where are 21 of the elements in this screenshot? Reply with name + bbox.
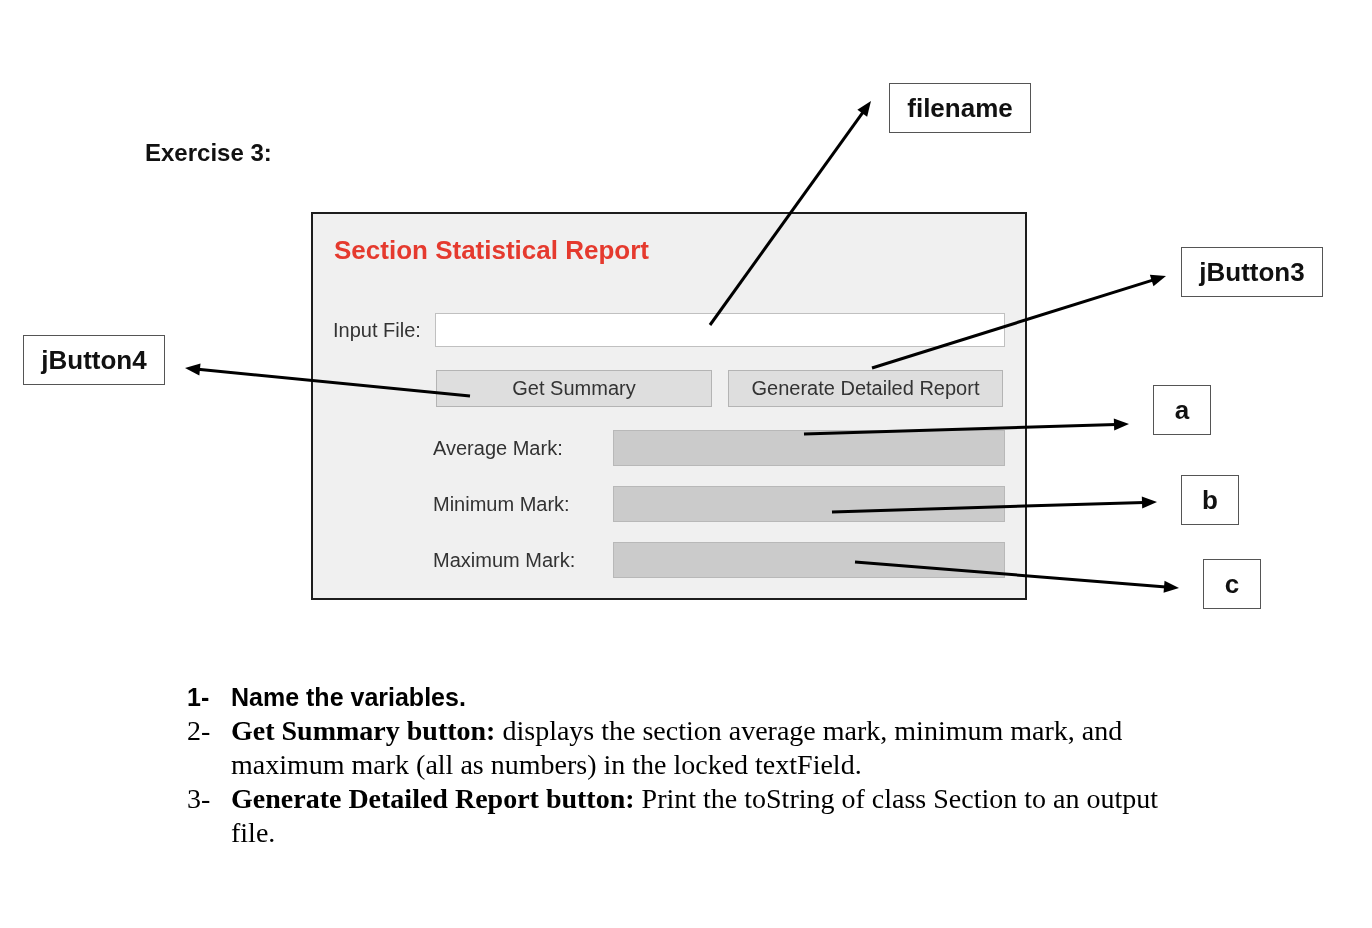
instruction-text: Name the variables.: [231, 683, 466, 711]
input-field[interactable]: [435, 313, 1005, 347]
field-label: Minimum Mark:: [433, 492, 570, 516]
form-button[interactable]: Generate Detailed Report: [728, 370, 1003, 407]
form-button[interactable]: Get Summary: [436, 370, 712, 407]
instruction-text: Generate Detailed Report button: Print the toString of class Section to an output file.: [231, 783, 1158, 848]
instruction-text: Get Summary button: displays the section average mark, minimum mark, and maximum mark (all as numbers) in the locked textField.: [231, 715, 1123, 780]
callout-label: c: [1203, 559, 1261, 609]
list-marker: 1-: [187, 683, 210, 711]
field-label: Input File:: [333, 318, 421, 342]
callout-label: a: [1153, 385, 1211, 435]
callout-label: jButton4: [23, 335, 165, 385]
callout-label: b: [1181, 475, 1239, 525]
field-label: Maximum Mark:: [433, 548, 576, 572]
form-title: Section Statistical Report: [334, 235, 649, 265]
exercise-heading: Exercise 3:: [145, 138, 272, 168]
list-marker: 2-: [187, 715, 211, 746]
list-marker: 3-: [187, 783, 211, 814]
field-label: Average Mark:: [433, 436, 563, 460]
callout-label: jButton3: [1181, 247, 1323, 297]
callout-label: filename: [889, 83, 1031, 133]
